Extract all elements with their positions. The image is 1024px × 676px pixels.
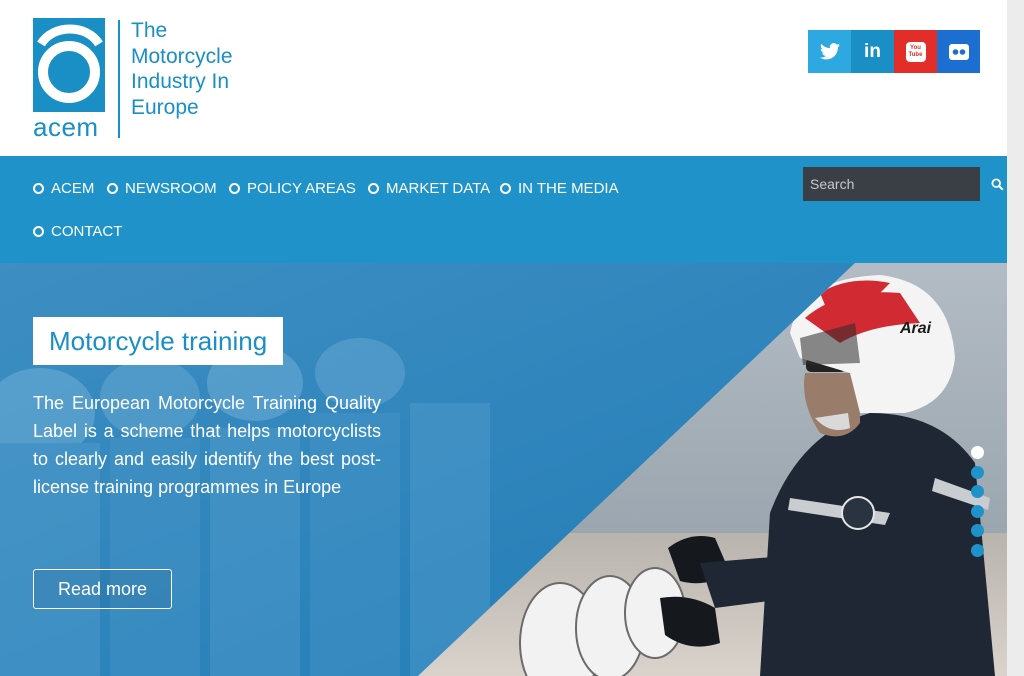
acem-logo-mark <box>33 18 105 112</box>
nav-item-label: IN THE MEDIA <box>518 179 619 197</box>
scrollbar-track[interactable] <box>1007 0 1024 676</box>
nav-item-label: ACEM <box>51 179 95 197</box>
youtube-icon-text-top: You <box>910 44 921 51</box>
slider-dot[interactable] <box>971 543 984 557</box>
helmet-brand-text: Arai <box>899 320 932 337</box>
nav-item-label: MARKET DATA <box>386 179 491 197</box>
read-more-button[interactable]: Read more <box>33 569 172 609</box>
ring-icon <box>500 182 511 194</box>
logo-divider <box>118 20 120 138</box>
slider-dot[interactable] <box>971 485 984 498</box>
nav-item-contact[interactable]: CONTACT <box>33 221 122 241</box>
flickr-button[interactable] <box>937 30 980 73</box>
social-links: in You Tube <box>808 30 980 73</box>
page: acem The Motorcycle Industry In Europe i… <box>0 0 1007 676</box>
youtube-icon-text-bottom: Tube <box>908 51 923 58</box>
flickr-icon <box>948 43 969 60</box>
hero-title-box: Motorcycle training <box>33 317 284 365</box>
slider-dot[interactable] <box>971 504 984 518</box>
slider-dot[interactable] <box>971 446 984 459</box>
ring-icon <box>368 182 379 194</box>
hero-title: Motorcycle training <box>49 325 268 356</box>
twitter-button[interactable] <box>808 30 851 73</box>
youtube-icon: You Tube <box>905 41 926 62</box>
nav-item-acem[interactable]: ACEM <box>33 178 94 198</box>
hero-slider: Arai Motorcycle training The European Mo… <box>0 263 1007 676</box>
nav-item-label: CONTACT <box>51 222 123 240</box>
logo-wordmark: acem <box>33 112 99 142</box>
ring-icon <box>107 182 118 194</box>
linkedin-icon: in <box>864 40 881 62</box>
nav-item-label: POLICY AREAS <box>247 179 356 197</box>
nav-item-in-the-media[interactable]: IN THE MEDIA <box>500 178 619 198</box>
main-nav: ACEM NEWSROOM POLICY AREAS MARKET DATA I… <box>0 156 1007 263</box>
nav-item-newsroom[interactable]: NEWSROOM <box>107 178 217 198</box>
slider-pagination <box>971 446 984 557</box>
linkedin-button[interactable]: in <box>851 30 894 73</box>
nav-item-policy-areas[interactable]: POLICY AREAS <box>229 178 356 198</box>
ring-icon <box>229 182 240 194</box>
search-box <box>803 167 1004 201</box>
search-input[interactable] <box>803 167 991 201</box>
acem-logo[interactable]: acem The Motorcycle Industry In Europe <box>33 18 253 140</box>
twitter-icon <box>819 43 840 60</box>
search-icon[interactable] <box>991 167 1004 201</box>
slider-dot[interactable] <box>971 465 984 479</box>
hero-description: The European Motorcycle Training Quality… <box>33 393 381 497</box>
slider-dot[interactable] <box>971 524 984 537</box>
ring-icon <box>33 182 44 194</box>
ring-icon <box>33 225 44 237</box>
logo-tagline: The Motorcycle Industry In Europe <box>131 19 233 119</box>
youtube-button[interactable]: You Tube <box>894 30 937 73</box>
site-header: acem The Motorcycle Industry In Europe i… <box>0 0 1007 156</box>
nav-item-label: NEWSROOM <box>125 179 217 197</box>
nav-item-market-data[interactable]: MARKET DATA <box>368 178 490 198</box>
